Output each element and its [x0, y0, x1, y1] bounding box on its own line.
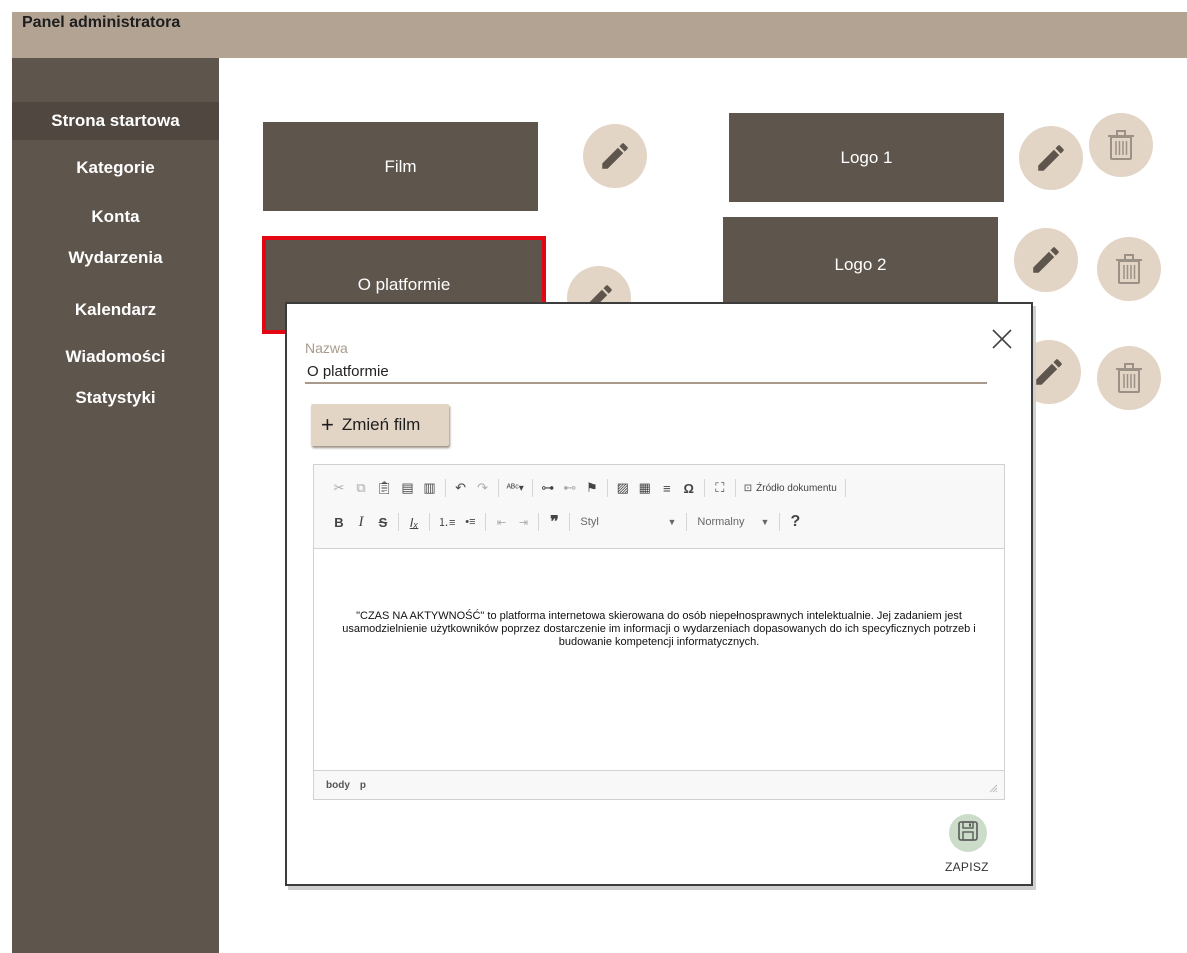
element-path-p[interactable]: p: [360, 780, 366, 791]
change-film-button[interactable]: + Zmień film: [311, 404, 449, 446]
style-select[interactable]: Styl ▼: [574, 511, 682, 533]
pencil-icon: [1032, 355, 1066, 389]
resize-grip-icon[interactable]: [989, 784, 998, 793]
source-button[interactable]: ⊡ Źródło dokumentu: [740, 477, 841, 499]
special-char-icon[interactable]: Ω: [678, 477, 700, 499]
italic-icon[interactable]: I: [350, 511, 372, 533]
delete-logo3-button[interactable]: [1097, 346, 1161, 410]
trash-icon: [1106, 128, 1136, 162]
toolbar-separator: [538, 513, 540, 531]
toolbar-separator: [444, 479, 446, 497]
floppy-disk-icon: [957, 820, 979, 847]
remove-format-icon[interactable]: Iₓ: [403, 511, 425, 533]
page-title: Panel administratora: [22, 14, 181, 31]
delete-logo1-button[interactable]: [1089, 113, 1153, 177]
name-field-label: Nazwa: [305, 340, 348, 356]
copy-icon[interactable]: ⧉: [350, 477, 372, 499]
toolbar-separator: [844, 479, 846, 497]
blockquote-icon[interactable]: ❞: [543, 511, 565, 533]
indent-icon[interactable]: ⇥: [512, 511, 534, 533]
format-select[interactable]: Normalny ▼: [691, 511, 775, 533]
rich-text-editor: ✂ ⧉ 📋︎ ▤ ▥ ↶ ↷ ᴬᴮᶜ▾ ⊶ ⊷ ⚑ ▨ ▦ ≡ Ω ⛶ ⊡ Źr…: [313, 464, 1005, 800]
close-icon: [989, 329, 1015, 356]
tile-logo-1[interactable]: Logo 1: [729, 113, 1004, 202]
name-field[interactable]: [305, 360, 987, 384]
toolbar-separator: [779, 513, 781, 531]
unlink-icon[interactable]: ⊷: [559, 477, 581, 499]
source-icon: ⊡: [743, 482, 753, 494]
plus-icon: +: [321, 412, 334, 437]
sidebar-item-kategorie[interactable]: Kategorie: [12, 156, 219, 180]
top-bar: Panel administratora: [0, 0, 1187, 58]
chevron-down-icon: ▼: [760, 517, 770, 527]
editor-content[interactable]: "CZAS NA AKTYWNOŚĆ" to platforma interne…: [314, 550, 1004, 770]
trash-icon: [1114, 252, 1144, 286]
paste-icon[interactable]: 📋︎: [372, 477, 397, 499]
sidebar-item-strona-startowa[interactable]: Strona startowa: [12, 102, 219, 140]
numbered-list-icon[interactable]: ⒈≡: [434, 511, 459, 533]
toolbar-separator: [531, 479, 533, 497]
horizontal-line-icon[interactable]: ≡: [656, 477, 678, 499]
toolbar-separator: [398, 513, 399, 531]
close-button[interactable]: [989, 326, 1015, 352]
toolbar-separator: [429, 513, 430, 531]
outdent-icon[interactable]: ⇤: [490, 511, 512, 533]
sidebar-item-wiadomosci[interactable]: Wiadomości: [12, 345, 219, 369]
toolbar-separator: [569, 513, 571, 531]
anchor-flag-icon[interactable]: ⚑: [581, 477, 603, 499]
save-label: ZAPISZ: [945, 860, 989, 874]
toolbar-separator: [686, 513, 688, 531]
sidebar-item-konta[interactable]: Konta: [12, 205, 219, 229]
redo-icon[interactable]: ↷: [472, 477, 494, 499]
save-button[interactable]: [949, 814, 987, 852]
style-select-value: Styl: [580, 516, 599, 528]
toolbar-row-1: ✂ ⧉ 📋︎ ▤ ▥ ↶ ↷ ᴬᴮᶜ▾ ⊶ ⊷ ⚑ ▨ ▦ ≡ Ω ⛶ ⊡ Źr…: [328, 475, 850, 501]
sidebar-item-kalendarz[interactable]: Kalendarz: [12, 298, 219, 322]
sidebar-item-statystyki[interactable]: Statystyki: [12, 386, 219, 410]
help-icon[interactable]: ?: [784, 511, 806, 533]
editor-toolbar: ✂ ⧉ 📋︎ ▤ ▥ ↶ ↷ ᴬᴮᶜ▾ ⊶ ⊷ ⚑ ▨ ▦ ≡ Ω ⛶ ⊡ Źr…: [314, 465, 1004, 549]
pencil-icon: [1034, 141, 1068, 175]
sidebar: Strona startowa Kategorie Konta Wydarzen…: [12, 58, 219, 953]
undo-icon[interactable]: ↶: [450, 477, 472, 499]
tile-film[interactable]: Film: [263, 122, 538, 211]
image-icon[interactable]: ▨: [612, 477, 634, 499]
chevron-down-icon: ▼: [667, 517, 677, 527]
maximize-icon[interactable]: ⛶: [709, 477, 731, 499]
strikethrough-icon[interactable]: S: [372, 511, 394, 533]
table-icon[interactable]: ▦: [634, 477, 656, 499]
edit-logo1-button[interactable]: [1019, 126, 1083, 190]
toolbar-separator: [606, 479, 608, 497]
paste-word-icon[interactable]: ▥: [419, 477, 441, 499]
format-select-value: Normalny: [697, 516, 745, 528]
edit-logo2-button[interactable]: [1014, 228, 1078, 292]
change-film-label: Zmień film: [341, 415, 421, 434]
toolbar-separator: [497, 479, 499, 497]
delete-logo2-button[interactable]: [1097, 237, 1161, 301]
toolbar-separator: [734, 479, 736, 497]
element-path-body[interactable]: body: [326, 780, 350, 791]
tile-logo-2[interactable]: Logo 2: [723, 217, 998, 312]
paste-text-icon[interactable]: ▤: [397, 477, 419, 499]
header-bar: [12, 12, 1187, 58]
pencil-icon: [1029, 243, 1063, 277]
bulleted-list-icon[interactable]: •≡: [459, 511, 481, 533]
spellcheck-icon[interactable]: ᴬᴮᶜ▾: [503, 477, 528, 499]
toolbar-separator: [703, 479, 705, 497]
pencil-icon: [598, 139, 632, 173]
trash-icon: [1114, 361, 1144, 395]
bold-icon[interactable]: B: [328, 511, 350, 533]
cut-icon[interactable]: ✂: [328, 477, 350, 499]
editor-status-bar: body p: [314, 770, 1004, 799]
toolbar-row-2: B I S Iₓ ⒈≡ •≡ ⇤ ⇥ ❞ Styl ▼ Normalny ▼ ?: [328, 509, 806, 535]
toolbar-separator: [485, 513, 487, 531]
sidebar-item-wydarzenia[interactable]: Wydarzenia: [12, 246, 219, 270]
edit-dialog: Nazwa + Zmień film ✂ ⧉ 📋︎ ▤ ▥ ↶ ↷ ᴬᴮᶜ▾ ⊶…: [285, 302, 1033, 886]
source-label: Źródło dokumentu: [756, 482, 837, 494]
edit-film-button[interactable]: [583, 124, 647, 188]
link-icon[interactable]: ⊶: [537, 477, 559, 499]
